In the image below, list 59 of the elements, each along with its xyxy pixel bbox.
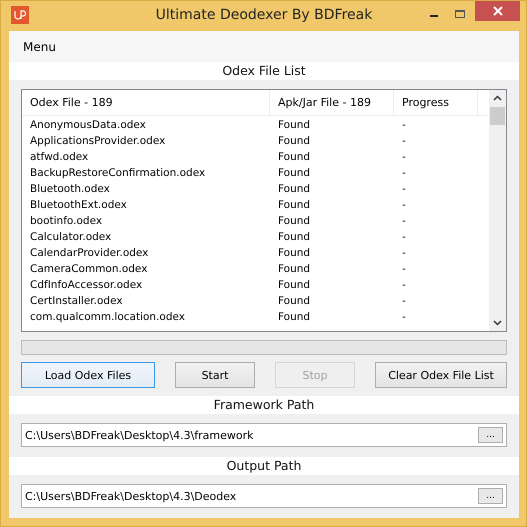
table-cell-text: Found (277, 263, 312, 275)
action-button[interactable]: Load Odex Files (21, 362, 155, 388)
table-cell-text: - (401, 199, 407, 211)
table-cell-text: - (401, 231, 407, 243)
column-header[interactable]: Odex File - 189 (22, 90, 270, 115)
scroll-thumb[interactable] (490, 107, 505, 125)
scrollbar[interactable] (489, 90, 506, 331)
table-cell-text: Found (277, 247, 312, 259)
menu-item[interactable]: Menu (23, 40, 56, 54)
section-heading: Odex File List (9, 62, 519, 80)
table-cell-text: Found (277, 215, 312, 227)
section-heading: Framework Path (9, 396, 519, 414)
table-cell-text: CameraCommon.odex (29, 263, 148, 275)
table-cell-text: CalendarProvider.odex (29, 247, 150, 259)
table-cell-text: - (401, 215, 407, 227)
table-cell-text: Found (277, 135, 312, 147)
browse-button[interactable]: ... (478, 488, 503, 504)
table-cell-text: bootinfo.odex (29, 215, 104, 227)
close-icon (492, 5, 504, 17)
action-button[interactable]: Start (175, 362, 255, 388)
table-cell-text: Found (277, 231, 312, 243)
table-cell-text: com.qualcomm.location.odex (29, 311, 186, 323)
table-cell-text: - (401, 279, 407, 291)
table-cell-text: ApplicationsProvider.odex (29, 135, 166, 147)
table-cell-text: atfwd.odex (29, 151, 90, 163)
table-cell-text: CertInstaller.odex (29, 295, 124, 307)
action-button[interactable]: Clear Odex File List (375, 362, 507, 388)
table-cell-text: - (401, 119, 407, 131)
table-cell-text: Found (277, 183, 312, 195)
path-field[interactable]: C:\Users\BDFreak\Desktop\4.3\framework ... (21, 423, 507, 447)
table-cell-text: AnonymousData.odex (29, 119, 147, 131)
table-cell-text: Calculator.odex (29, 231, 112, 243)
window-title: Ultimate Deodexer By BDFreak (156, 7, 372, 23)
section-heading: Output Path (9, 457, 519, 475)
table-cell-text: - (401, 263, 407, 275)
table-cell-text: CdfInfoAccessor.odex (29, 279, 144, 291)
table-cell-text: Found (277, 311, 312, 323)
table-cell-text: Found (277, 295, 312, 307)
table-cell-text: - (401, 311, 407, 323)
table-cell-text: Found (277, 199, 312, 211)
table-cell-text: Bluetooth.odex (29, 183, 111, 195)
table-cell-text: - (401, 183, 407, 195)
close-button[interactable] (475, 1, 520, 21)
column-header[interactable]: Progress (394, 90, 478, 115)
path-field[interactable]: C:\Users\BDFreak\Desktop\4.3\Deodex ... (21, 484, 507, 508)
table-cell-text: - (401, 247, 407, 259)
table-cell-text: BluetoothExt.odex (29, 199, 128, 211)
table-cell-text: - (401, 295, 407, 307)
table-cell-text: - (401, 135, 407, 147)
table-cell-text: - (401, 151, 407, 163)
table-cell-text: Found (277, 167, 312, 179)
app-icon (11, 6, 29, 24)
table-cell-text: Found (277, 279, 312, 291)
table-cell-text: BackupRestoreConfirmation.odex (29, 167, 206, 179)
table-cell-text: Found (277, 151, 312, 163)
table-cell-text: Found (277, 119, 312, 131)
table-cell-text: - (401, 167, 407, 179)
column-header[interactable]: Apk/Jar File - 189 (270, 90, 394, 115)
browse-button[interactable]: ... (478, 427, 503, 443)
